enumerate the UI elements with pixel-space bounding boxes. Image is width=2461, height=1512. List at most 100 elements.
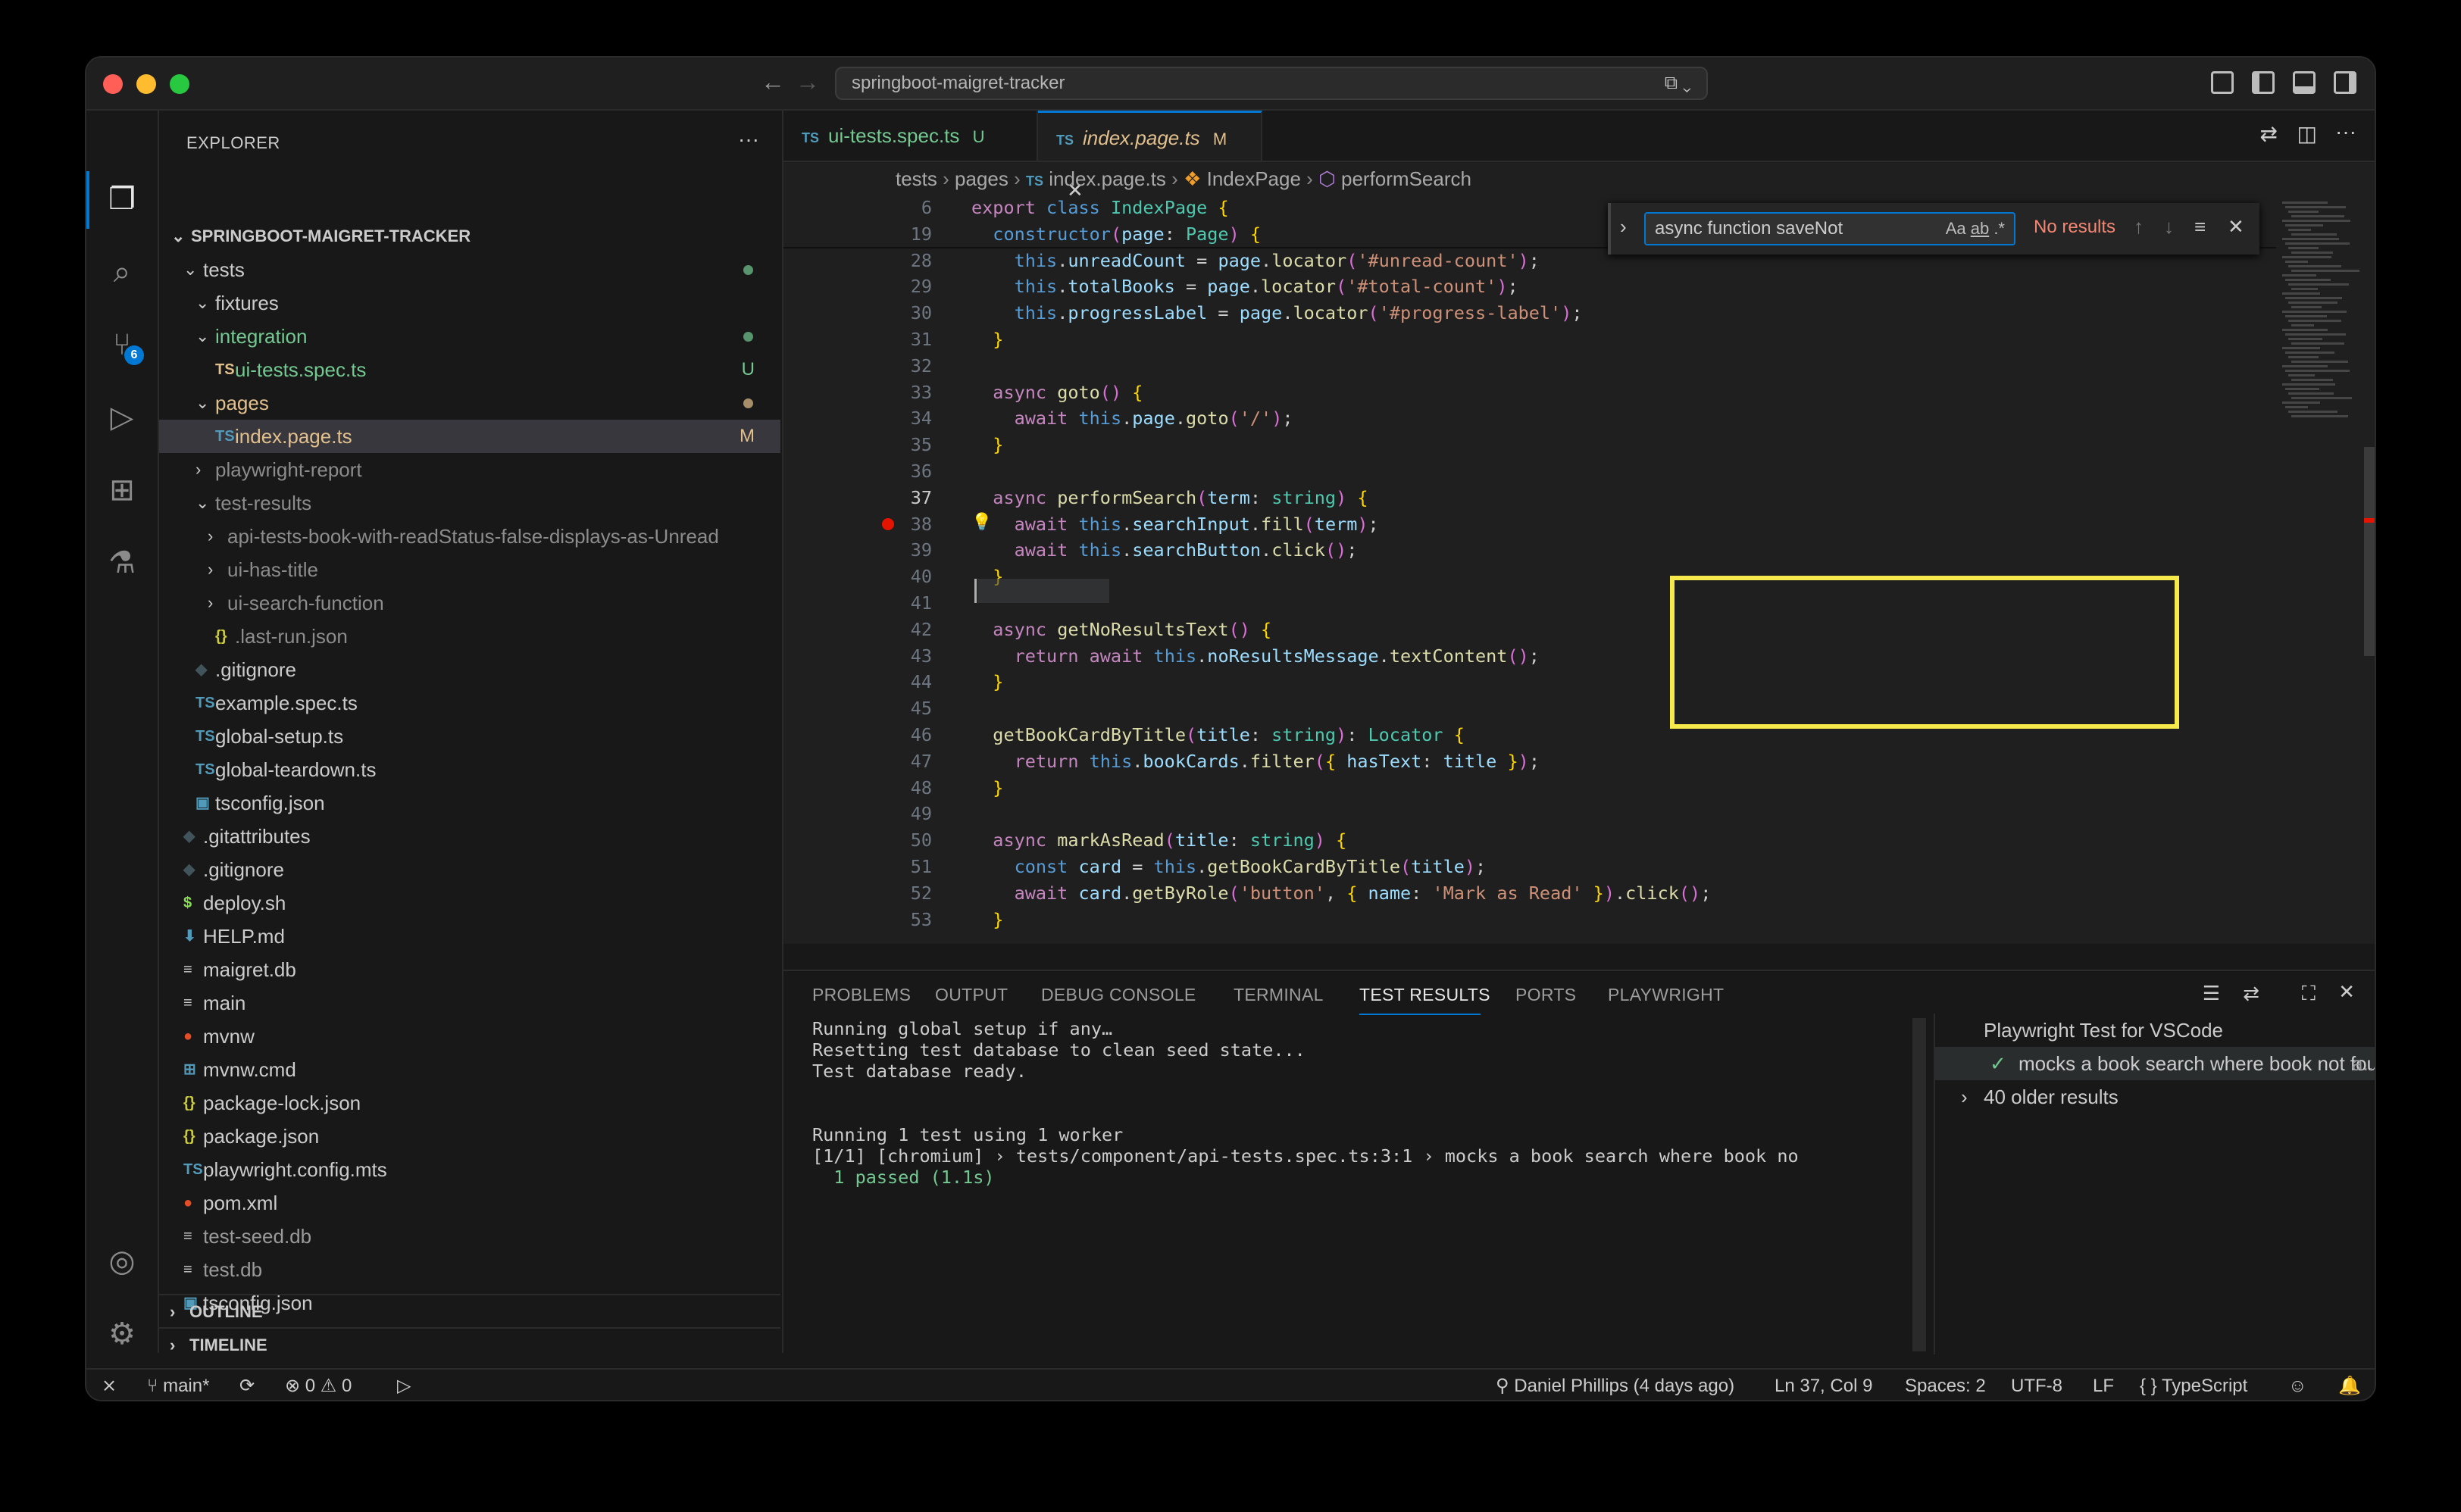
output-scrollbar[interactable] (1912, 1018, 1926, 1351)
run-debug-icon[interactable]: ▷ (103, 398, 141, 436)
tab-output[interactable]: OUTPUT (935, 985, 1008, 1005)
problems-item[interactable]: ⊗ 0 ⚠ 0 (285, 1370, 352, 1400)
tree-item[interactable]: ◆ .gitignore (159, 853, 780, 886)
tree-item[interactable]: ⌄ integration (159, 320, 780, 353)
code-line[interactable]: 51 const card = this.getBookCardByTitle(… (783, 853, 2276, 880)
code-line[interactable]: 29 this.totalBooks = page.locator('#tota… (783, 273, 2276, 300)
tree-item[interactable]: ◆ .gitignore (159, 653, 780, 686)
breakpoint-icon[interactable] (882, 517, 894, 530)
code-line[interactable]: 39 await this.searchButton.click(); (783, 536, 2276, 564)
lightbulb-icon[interactable]: 💡 (971, 512, 992, 532)
tree-item[interactable]: $ deploy.sh (159, 886, 780, 920)
code-line[interactable]: 47 return this.bookCards.filter({ hasTex… (783, 748, 2276, 775)
tab-index-page[interactable]: TS index.page.ts M ✕ (1038, 111, 1262, 201)
code-line[interactable]: 30 this.progressLabel = page.locator('#p… (783, 299, 2276, 326)
zoom-window-button[interactable] (170, 74, 189, 94)
toggle-view-icon[interactable]: ⇄ (2243, 982, 2259, 1005)
tree-item[interactable]: › ui-search-function (159, 586, 780, 620)
code-line[interactable]: 35 } (783, 431, 2276, 458)
tree-item[interactable]: ⊞ mvnw.cmd (159, 1053, 780, 1086)
toggle-replace-icon[interactable]: › (1620, 215, 1627, 239)
notifications-bell-icon[interactable]: 🔔 (2338, 1370, 2361, 1400)
tab-terminal[interactable]: TERMINAL (1234, 985, 1324, 1005)
tree-item[interactable]: TS playwright.config.mts (159, 1153, 780, 1186)
tree-item[interactable]: ≡ main (159, 986, 780, 1020)
tab-problems[interactable]: PROBLEMS (812, 985, 911, 1005)
tab-playwright[interactable]: PLAYWRIGHT (1608, 985, 1724, 1005)
tree-item[interactable]: {} package.json (159, 1120, 780, 1153)
tree-item[interactable]: TS global-teardown.ts (159, 753, 780, 786)
indentation[interactable]: Spaces: 2 (1905, 1370, 1986, 1400)
close-window-button[interactable] (103, 74, 123, 94)
timeline-section[interactable]: › TIMELINE (159, 1327, 780, 1362)
previous-match-icon[interactable]: ↑ (2134, 215, 2144, 239)
code-line[interactable]: 37 async performSearch(term: string) { (783, 484, 2276, 511)
code-line[interactable]: 32 (783, 352, 2276, 380)
find-options-icon[interactable]: Aa ab .* (1946, 214, 2005, 244)
tab-debug-console[interactable]: DEBUG CONSOLE (1041, 985, 1196, 1005)
code-line[interactable]: 34 await this.page.goto('/'); (783, 405, 2276, 432)
tree-item[interactable]: TS example.spec.ts (159, 686, 780, 720)
tree-item[interactable]: {} .last-run.json (159, 620, 780, 653)
code-line[interactable]: 48 } (783, 774, 2276, 801)
breadcrumb-item[interactable]: index.page.ts (1049, 167, 1166, 190)
code-line[interactable]: 31 } (783, 326, 2276, 353)
code-line[interactable]: 49 (783, 800, 2276, 827)
encoding[interactable]: UTF-8 (2011, 1370, 2062, 1400)
breadcrumb-item[interactable]: pages (955, 167, 1008, 190)
code-line[interactable]: 36 (783, 458, 2276, 485)
tree-item[interactable]: ● pom.xml (159, 1186, 780, 1220)
tree-item[interactable]: ⌄ pages (159, 386, 780, 420)
clear-results-icon[interactable]: ☰ (2203, 982, 2220, 1005)
code-line[interactable]: 38 await this.searchInput.fill(term); (783, 511, 2276, 538)
passed-test-row[interactable]: ✓ mocks a book search where book not fou… (1935, 1047, 2375, 1080)
manage-gear-icon[interactable]: ⚙ (103, 1315, 141, 1353)
tree-item[interactable]: ⌄ test-results (159, 486, 780, 520)
search-icon[interactable]: ⌕ (103, 253, 141, 291)
sync-icon[interactable]: ⟳ (239, 1370, 255, 1400)
git-blame-item[interactable]: ⚲ Daniel Phillips (4 days ago) (1496, 1370, 1734, 1400)
tab-ui-tests-spec[interactable]: TS ui-tests.spec.ts U (783, 111, 1038, 161)
source-control-icon[interactable]: ⑂ 6 (103, 326, 144, 365)
code-editor[interactable]: 6 export class IndexPage {19 constructor(… (783, 194, 2276, 944)
toggle-secondary-sidebar-icon[interactable] (2334, 71, 2356, 94)
accounts-icon[interactable]: ◎ (103, 1242, 141, 1280)
tree-item[interactable]: TS global-setup.ts (159, 720, 780, 753)
breadcrumb-item[interactable]: performSearch (1341, 167, 1471, 190)
language-mode[interactable]: { } TypeScript (2140, 1370, 2247, 1400)
code-line[interactable]: 53 } (783, 906, 2276, 933)
tree-item[interactable]: {} package-lock.json (159, 1086, 780, 1120)
branch-item[interactable]: ⑂ main* (147, 1370, 209, 1400)
close-panel-icon[interactable]: ✕ (2338, 980, 2355, 1004)
cursor-position[interactable]: Ln 37, Col 9 (1775, 1370, 1872, 1400)
minimap[interactable] (2276, 194, 2375, 944)
toggle-panel-icon[interactable] (2293, 71, 2316, 94)
tree-item[interactable]: ⬇ HELP.md (159, 920, 780, 953)
copilot-icon[interactable]: ⧉ ⌄ (1665, 68, 1691, 98)
tree-item[interactable]: ● mvnw (159, 1020, 780, 1053)
remote-icon[interactable]: ⨯ (102, 1370, 117, 1400)
debug-icon[interactable]: ▷ (397, 1370, 411, 1400)
tab-test-results[interactable]: TEST RESULTS (1359, 985, 1490, 1005)
tree-item[interactable]: ≡ maigret.db (159, 953, 780, 986)
open-changes-icon[interactable]: ⇄ (2260, 121, 2278, 146)
breadcrumb-item[interactable]: tests (896, 167, 937, 190)
forward-arrow-icon[interactable]: → (796, 68, 820, 96)
workspace-root[interactable]: ⌄ SPRINGBOOT-MAIGRET-TRACKER (159, 220, 780, 253)
tree-item[interactable]: › ui-has-title (159, 553, 780, 586)
tree-item[interactable]: › api-tests-book-with-readStatus-false-di… (159, 520, 780, 553)
testing-icon[interactable]: ⚗ (103, 544, 141, 582)
back-arrow-icon[interactable]: ← (761, 68, 785, 96)
copilot-status-icon[interactable]: ☺ (2288, 1370, 2307, 1400)
code-line[interactable]: 33 async goto() { (783, 379, 2276, 406)
tree-item[interactable]: TS ui-tests.spec.ts U (159, 353, 780, 386)
results-header[interactable]: Playwright Test for VSCode (1935, 1014, 2375, 1047)
tree-item[interactable]: TS index.page.ts M (159, 420, 780, 453)
split-editor-icon[interactable]: ◫ (2297, 121, 2317, 146)
explorer-icon[interactable]: ❐ (103, 180, 141, 218)
older-results-row[interactable]: › 40 older results (1935, 1080, 2375, 1114)
find-in-selection-icon[interactable]: ≡ (2194, 215, 2206, 239)
customize-layout-icon[interactable] (2211, 71, 2234, 94)
tree-item[interactable]: ▣ tsconfig.json (159, 786, 780, 820)
tree-item[interactable]: ⌄ fixtures (159, 286, 780, 320)
